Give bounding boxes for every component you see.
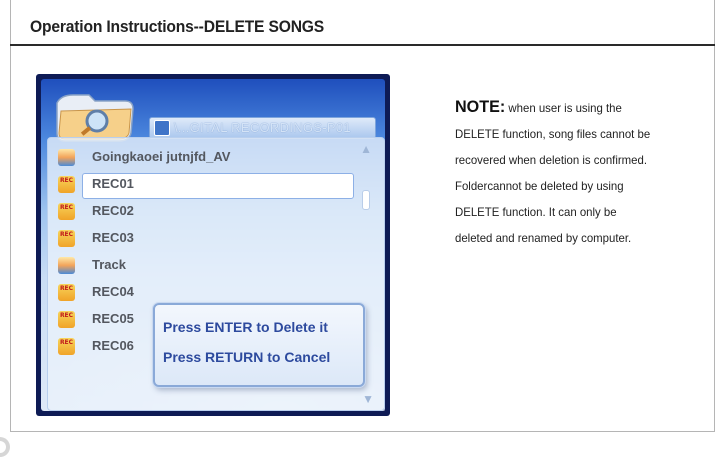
list-item-label: REC06 [92,338,134,353]
delete-confirm-dialog[interactable]: Press ENTER to Delete it Press RETURN to… [153,303,365,387]
note-line-3: recovered when deletion is confirmed. [455,153,648,167]
list-item[interactable]: REC03 [54,227,344,251]
list-item-selected[interactable]: REC01 [54,173,354,199]
scrollbar-thumb[interactable] [362,190,370,210]
folder-path-icon [154,120,170,136]
list-item[interactable]: REC02 [54,200,344,224]
av-file-icon [58,149,75,166]
note-heading: NOTE: [455,97,506,116]
list-item[interactable]: Track [54,254,344,278]
list-item-label: Goingkaoei jutnjfd_AV [92,149,231,164]
list-item-label: REC02 [92,203,134,218]
screen-background: \...GITAL RECORDINGS-P01 ▲ Goingkaoei ju… [41,79,385,411]
list-item[interactable]: Goingkaoei jutnjfd_AV [54,146,344,170]
av-file-icon [58,257,75,274]
scroll-up-icon[interactable]: ▲ [360,142,372,156]
rec-file-icon [58,203,75,220]
path-text: \...GITAL RECORDINGS-P01 [174,120,351,135]
device-screenshot: \...GITAL RECORDINGS-P01 ▲ Goingkaoei ju… [36,74,390,416]
path-bar: \...GITAL RECORDINGS-P01 [149,117,376,139]
list-item-label: REC01 [92,176,134,191]
dialog-return-text: Press RETURN to Cancel [163,349,331,365]
rec-file-icon [58,230,75,247]
scroll-down-icon[interactable]: ▼ [362,392,374,406]
page-corner-mark [0,437,10,457]
list-item-label: Track [92,257,126,272]
dialog-enter-text: Press ENTER to Delete it [163,319,328,335]
list-item-label: REC03 [92,230,134,245]
list-item[interactable]: REC04 [54,281,344,305]
note-line-1: NOTE: when user is using the [455,94,697,121]
note-text: when user is using the [508,101,622,115]
rec-file-icon [58,176,75,193]
note-line-6: deleted and renamed by computer. [455,231,632,245]
list-item-label: REC05 [92,311,134,326]
list-item-label: REC04 [92,284,134,299]
rec-file-icon [58,338,75,355]
note-block: NOTE: when user is using the DELETE func… [455,94,710,251]
note-line-5: DELETE function. It can only be [455,205,617,219]
rec-file-icon [58,284,75,301]
page-title: Operation Instructions--DELETE SONGS [30,17,325,36]
note-line-4: Foldercannot be deleted by using [455,179,624,193]
rec-file-icon [58,311,75,328]
note-line-2: DELETE function, song files cannot be [455,127,651,141]
header-divider [10,44,715,46]
